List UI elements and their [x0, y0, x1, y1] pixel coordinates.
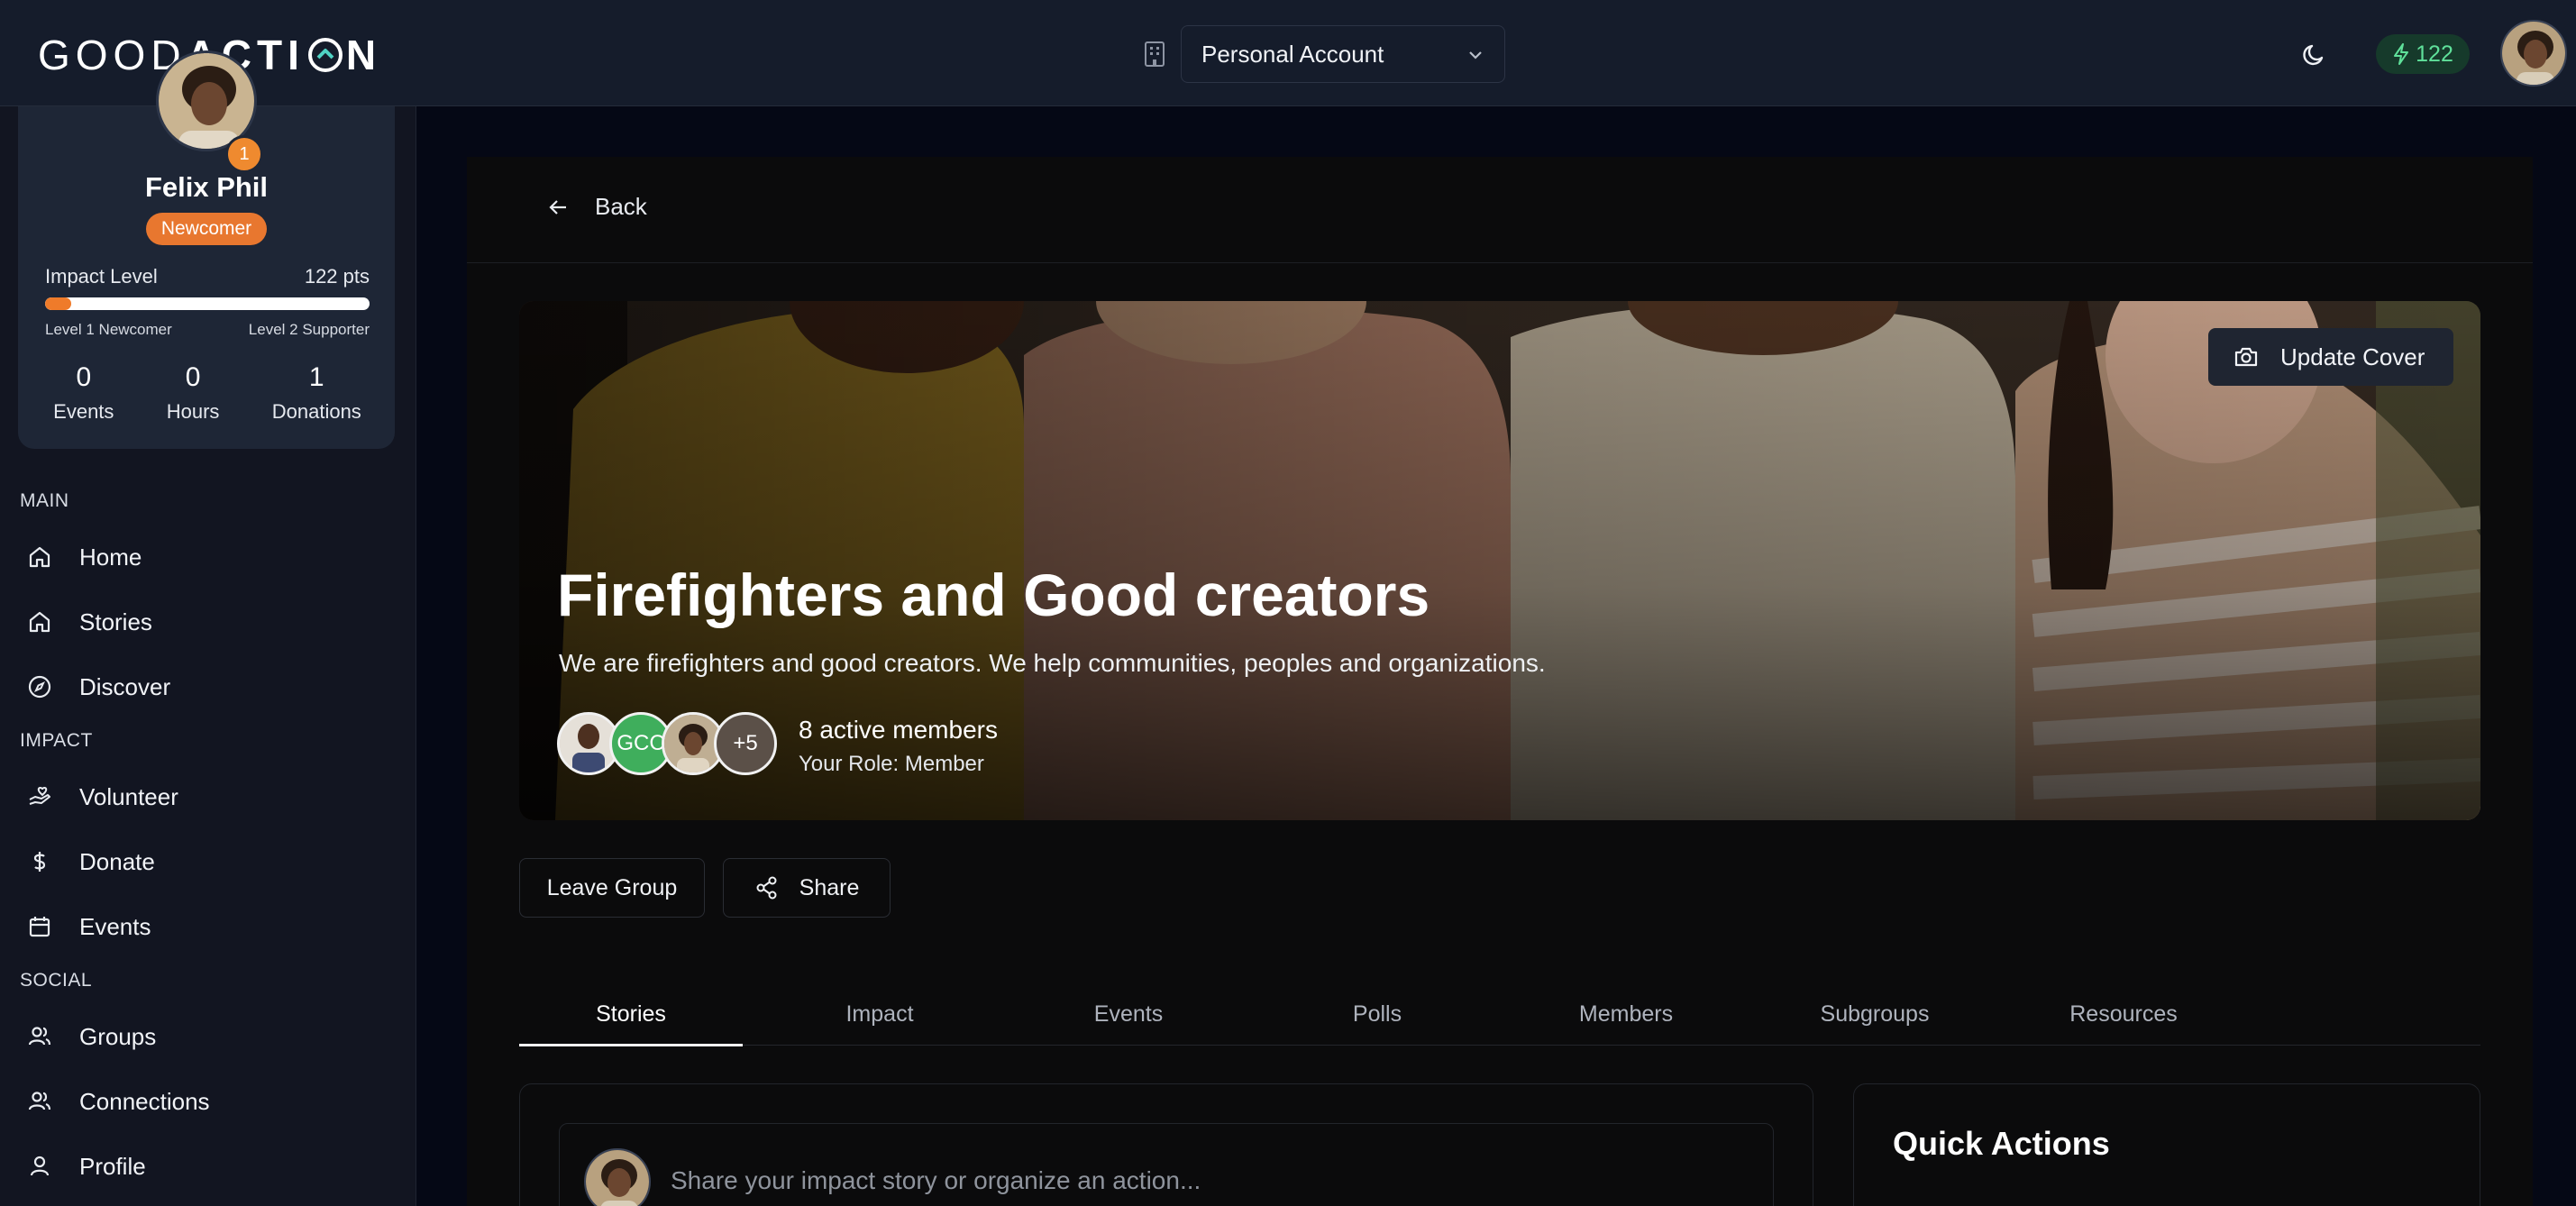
- member-role: Your Role: Member: [799, 752, 984, 776]
- logo-text-end: N: [345, 32, 382, 78]
- composer-avatar: [584, 1148, 651, 1206]
- leave-group-button[interactable]: Leave Group: [519, 858, 705, 918]
- composer-placeholder: Share your impact story or organize an a…: [671, 1166, 1201, 1194]
- camera-icon: [2234, 347, 2258, 367]
- sidebar-item-label: Groups: [79, 1022, 157, 1050]
- profile-stats: 0 Events 0 Hours 1 Donations: [27, 362, 388, 424]
- profile-name: Felix Phil: [144, 171, 269, 203]
- share-label: Share: [799, 874, 860, 900]
- home-icon: [29, 611, 50, 633]
- quick-actions-title: Quick Actions: [1893, 1125, 2110, 1162]
- tab-impact[interactable]: Impact: [768, 982, 991, 1046]
- tab-stories[interactable]: Stories: [519, 982, 743, 1046]
- more-members-badge: +5: [714, 712, 777, 775]
- member-avatars[interactable]: GCC +5: [557, 712, 782, 775]
- lightning-icon: [2394, 43, 2409, 65]
- update-cover-button[interactable]: Update Cover: [2208, 328, 2453, 386]
- arrow-left-icon: [549, 199, 566, 215]
- tab-events[interactable]: Events: [1017, 982, 1240, 1046]
- stat-donations: 1 Donations: [272, 362, 361, 424]
- share-icon: [756, 876, 777, 900]
- back-row: [467, 157, 2533, 263]
- back-button[interactable]: Back: [546, 193, 647, 221]
- sidebar-item-connections[interactable]: Connections: [20, 1076, 398, 1127]
- impact-progress-bar: [45, 297, 370, 310]
- leave-group-label: Leave Group: [546, 874, 678, 900]
- stat-label: Donations: [271, 400, 361, 423]
- sidebar-item-label: Donate: [79, 847, 155, 875]
- sidebar-item-donate[interactable]: Donate: [20, 836, 398, 887]
- members-count: 8 active members: [799, 716, 998, 744]
- sidebar-item-label: Events: [79, 912, 151, 940]
- group-title: Firefighters and Good creators: [557, 562, 1430, 628]
- moon-icon[interactable]: [2300, 40, 2329, 69]
- sidebar-item-label: Profile: [79, 1152, 146, 1180]
- rank-badge: Newcomer: [146, 213, 267, 245]
- impact-points: 122 pts: [304, 265, 370, 288]
- nav-section-social: SOCIAL: [20, 970, 93, 991]
- share-button[interactable]: Share: [723, 858, 891, 918]
- users-icon: [28, 1092, 51, 1110]
- tab-resources[interactable]: Resources: [2012, 982, 2235, 1046]
- hand-heart-icon: [29, 786, 50, 805]
- logo-mark-icon: [307, 38, 343, 72]
- update-cover-label: Update Cover: [2280, 343, 2425, 370]
- sidebar-item-discover[interactable]: Discover: [20, 662, 398, 712]
- points-badge[interactable]: 122: [2376, 34, 2470, 74]
- top-bar: GOOD ACTI N Personal Account 122: [0, 0, 2576, 106]
- sidebar-item-stories[interactable]: Stories: [20, 597, 398, 647]
- stat-value: 0: [185, 362, 201, 392]
- user-avatar[interactable]: [2500, 20, 2567, 87]
- user-photo: [2502, 22, 2565, 85]
- users-icon: [28, 1027, 51, 1046]
- sidebar-item-label: Discover: [79, 672, 171, 700]
- profile-card: 1 Felix Phil Newcomer Impact Level 122 p…: [18, 50, 395, 449]
- stat-value: 0: [76, 362, 92, 392]
- composer-user-photo: [586, 1150, 649, 1206]
- account-select-value: Personal Account: [1201, 40, 1384, 68]
- sidebar-item-groups[interactable]: Groups: [20, 1011, 398, 1062]
- tab-members[interactable]: Members: [1514, 982, 1738, 1046]
- sidebar-item-profile[interactable]: Profile: [20, 1141, 398, 1192]
- group-tabs: Stories Impact Events Polls Members Subg…: [519, 982, 2480, 1046]
- sidebar-item-events[interactable]: Events: [20, 901, 398, 952]
- tab-polls[interactable]: Polls: [1265, 982, 1489, 1046]
- sidebar-item-label: Volunteer: [79, 782, 178, 810]
- sidebar-item-label: Home: [79, 543, 142, 571]
- dollar-icon: [33, 852, 46, 872]
- nav-section-main: MAIN: [20, 490, 69, 511]
- stat-value: 1: [308, 362, 324, 392]
- stat-events: 0 Events: [53, 362, 114, 424]
- building-icon: [1145, 41, 1165, 67]
- level-next: Level 2 Supporter: [248, 321, 370, 338]
- stat-hours: 0 Hours: [167, 362, 220, 424]
- impact-progress-fill: [45, 297, 71, 310]
- chevron-down-icon: [1469, 51, 1482, 59]
- home-icon: [29, 546, 50, 568]
- level-current: Level 1 Newcomer: [45, 321, 172, 338]
- account-select[interactable]: Personal Account: [1181, 25, 1505, 83]
- sidebar-item-label: Connections: [79, 1087, 210, 1115]
- group-description: We are firefighters and good creators. W…: [559, 649, 1546, 677]
- sidebar: 1 Felix Phil Newcomer Impact Level 122 p…: [0, 50, 416, 1206]
- compass-icon: [28, 675, 51, 699]
- stat-label: Hours: [166, 400, 220, 423]
- tab-subgroups[interactable]: Subgroups: [1763, 982, 1987, 1046]
- calendar-icon: [29, 917, 50, 937]
- sidebar-item-volunteer[interactable]: Volunteer: [20, 772, 398, 822]
- impact-level-label: Impact Level: [45, 265, 158, 288]
- nav-section-impact: IMPACT: [20, 730, 93, 751]
- back-label: Back: [595, 193, 647, 220]
- user-icon: [30, 1156, 50, 1176]
- notification-count-badge: 1: [225, 135, 263, 173]
- sidebar-item-home[interactable]: Home: [20, 532, 398, 582]
- stat-label: Events: [53, 400, 114, 423]
- points-value: 122: [2416, 41, 2453, 67]
- sidebar-item-label: Stories: [79, 608, 152, 635]
